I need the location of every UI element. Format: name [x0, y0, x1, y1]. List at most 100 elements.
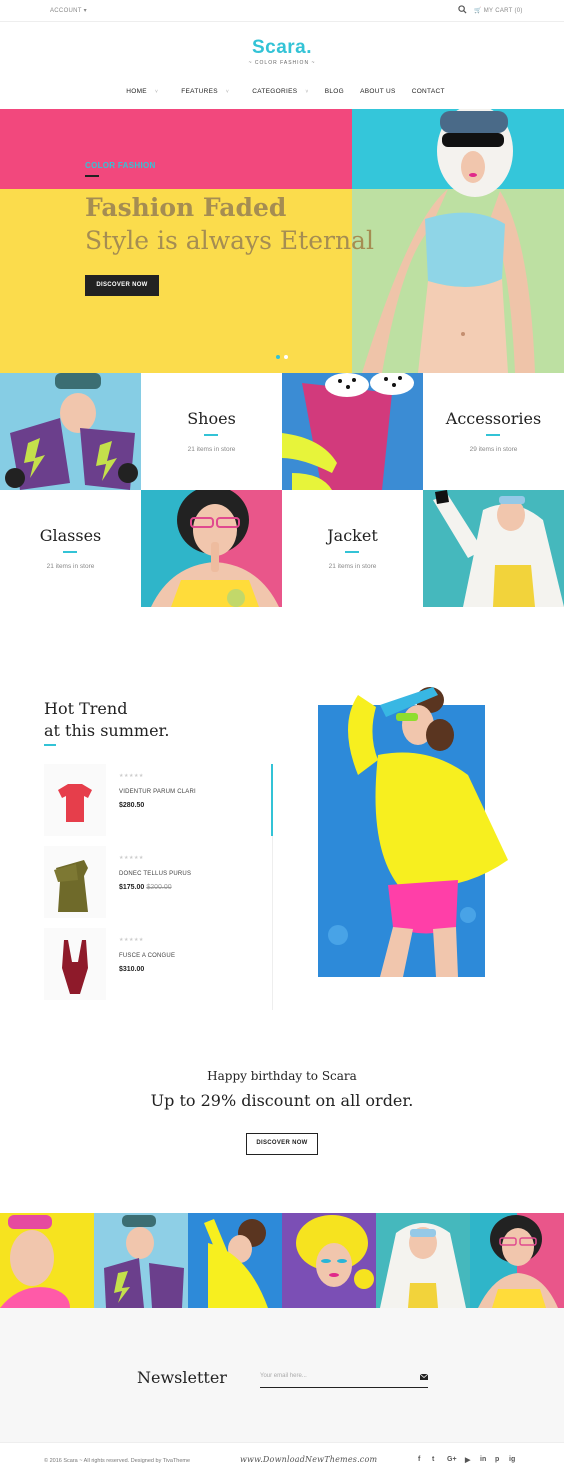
hero-discover-button[interactable]: DISCOVER NOW [85, 275, 159, 296]
gallery-photo [282, 1213, 376, 1308]
product-price: $280.50 [119, 802, 144, 809]
category-jacket[interactable]: Jacket 21 items in store [282, 490, 423, 607]
category-divider [204, 434, 218, 436]
category-image-skates[interactable] [0, 373, 141, 490]
product-current-price: $175.00 [119, 884, 145, 891]
category-image-shoes[interactable] [282, 373, 423, 490]
gallery-image[interactable] [282, 1213, 376, 1308]
ruffle-top-icon [54, 860, 88, 912]
product-price: $175.00 $200.00 [119, 884, 172, 891]
hero-subtitle: Style is always Eternal [85, 226, 374, 255]
category-image-glasses[interactable] [141, 490, 282, 607]
product-name[interactable]: VIDENTUR PARUM CLARI [119, 789, 196, 795]
hot-trend-heading: Hot Trend at this summer. [44, 698, 170, 742]
product-image-swimsuit[interactable] [44, 928, 106, 1000]
category-count: 21 items in store [187, 446, 236, 453]
hot-trend-subtitle: at this summer. [44, 721, 170, 740]
jacket-photo [423, 490, 564, 607]
facebook-icon[interactable]: f [418, 1456, 420, 1463]
nav-home[interactable]: HOME ˅ [119, 88, 158, 95]
site-tagline: ~ COLOR FASHION ~ [248, 60, 316, 66]
product-old-price: $200.00 [146, 884, 172, 891]
gallery-photo [188, 1213, 282, 1308]
account-menu[interactable]: ACCOUNT ▾ [50, 7, 87, 14]
gallery-image[interactable] [376, 1213, 470, 1308]
nav-contact[interactable]: CONTACT [412, 88, 445, 95]
product-image-tshirt[interactable] [44, 764, 106, 836]
promo-subtitle: Happy birthday to Scara [207, 1069, 357, 1083]
promo-discover-button[interactable]: DISCOVER NOW [246, 1133, 318, 1155]
newsletter-input-underline [260, 1387, 428, 1388]
top-bar: ACCOUNT ▾ 🛒 MY CART (0) [0, 0, 564, 22]
product-price: $310.00 [119, 966, 144, 973]
category-title: Accessories [445, 409, 542, 428]
category-title: Glasses [39, 526, 102, 545]
cart-icon: 🛒 [474, 8, 482, 14]
category-title: Jacket [327, 526, 378, 545]
cart-label: MY CART (0) [483, 8, 523, 14]
category-title: Shoes [187, 409, 236, 428]
product-current-price: $310.00 [119, 966, 145, 973]
nav-categories[interactable]: CATEGORIES ˅ [245, 88, 308, 95]
newsletter-email-input[interactable]: Your email here... [260, 1373, 307, 1379]
nav-categories-label: CATEGORIES [252, 88, 298, 95]
shoes-photo [282, 373, 423, 490]
product-name[interactable]: DONEC TELLUS PURUS [119, 871, 191, 877]
search-icon[interactable] [458, 5, 467, 14]
gallery-photo [0, 1213, 94, 1308]
skates-photo [0, 373, 141, 490]
youtube-icon[interactable]: ▶ [465, 1456, 470, 1464]
product-image-top[interactable] [44, 846, 106, 918]
category-divider [486, 434, 500, 436]
main-nav: HOME ˅ FEATURES ˅ CATEGORIES ˅ BLOG ABOUT U… [0, 88, 564, 95]
category-divider [63, 551, 77, 553]
hot-trend-title: Hot Trend [44, 699, 128, 718]
nav-about[interactable]: ABOUT US [360, 88, 396, 95]
twitter-icon[interactable]: t [432, 1456, 434, 1463]
product-list-scroll-thumb[interactable] [271, 764, 273, 836]
hot-trend-model-image [318, 687, 508, 977]
site-logo[interactable]: Scara. [0, 37, 564, 59]
cart-link[interactable]: 🛒 MY CART (0) [474, 7, 523, 14]
footer-copyright: © 2016 Scara ~ All rights reserved. Desi… [44, 1458, 191, 1464]
watermark: www.DownloadNewThemes.com [240, 1455, 378, 1464]
pinterest-icon[interactable]: p [495, 1456, 499, 1463]
gallery-photo [94, 1213, 188, 1308]
product-rating: ★★★★★ [119, 773, 144, 779]
gallery-image[interactable] [0, 1213, 94, 1308]
gallery-photo [470, 1213, 564, 1308]
product-current-price: $280.50 [119, 802, 145, 809]
hero-title: Fashion Faded [85, 193, 287, 222]
category-divider [345, 551, 359, 553]
gallery-image[interactable] [470, 1213, 564, 1308]
hero-bg-pink [0, 109, 352, 189]
nav-home-label: HOME [126, 88, 147, 95]
google-plus-icon[interactable]: G+ [447, 1456, 457, 1463]
gallery-image[interactable] [188, 1213, 282, 1308]
category-glasses[interactable]: Glasses 21 items in store [0, 490, 141, 607]
linkedin-icon[interactable]: in [480, 1456, 486, 1463]
slider-dot-active[interactable] [276, 355, 280, 359]
instagram-icon[interactable]: ig [509, 1456, 515, 1463]
newsletter-title: Newsletter [137, 1368, 227, 1387]
nav-blog[interactable]: BLOG [325, 88, 344, 95]
category-shoes[interactable]: Shoes 21 items in store [141, 373, 282, 490]
nav-features[interactable]: FEATURES ˅ [174, 88, 229, 95]
category-accessories[interactable]: Accessories 29 items in store [423, 373, 564, 490]
product-name[interactable]: FUSCE A CONGUE [119, 953, 175, 959]
glasses-photo [141, 490, 282, 607]
product-rating: ★★★★★ [119, 855, 144, 861]
category-image-jacket[interactable] [423, 490, 564, 607]
gallery-image[interactable] [94, 1213, 188, 1308]
swimsuit-icon [62, 940, 88, 994]
slider-dot[interactable] [284, 355, 288, 359]
envelope-icon[interactable] [420, 1374, 428, 1380]
hero-eyebrow: COLOR FASHION [85, 161, 156, 170]
nav-features-label: FEATURES [181, 88, 218, 95]
gallery-photo [376, 1213, 470, 1308]
hot-trend-divider [44, 744, 56, 746]
hero-banner: COLOR FASHION Fashion Faded Style is alw… [0, 109, 564, 373]
tshirt-icon [58, 784, 92, 822]
category-count: 29 items in store [469, 446, 518, 453]
chevron-down-icon: ˅ [305, 89, 309, 95]
